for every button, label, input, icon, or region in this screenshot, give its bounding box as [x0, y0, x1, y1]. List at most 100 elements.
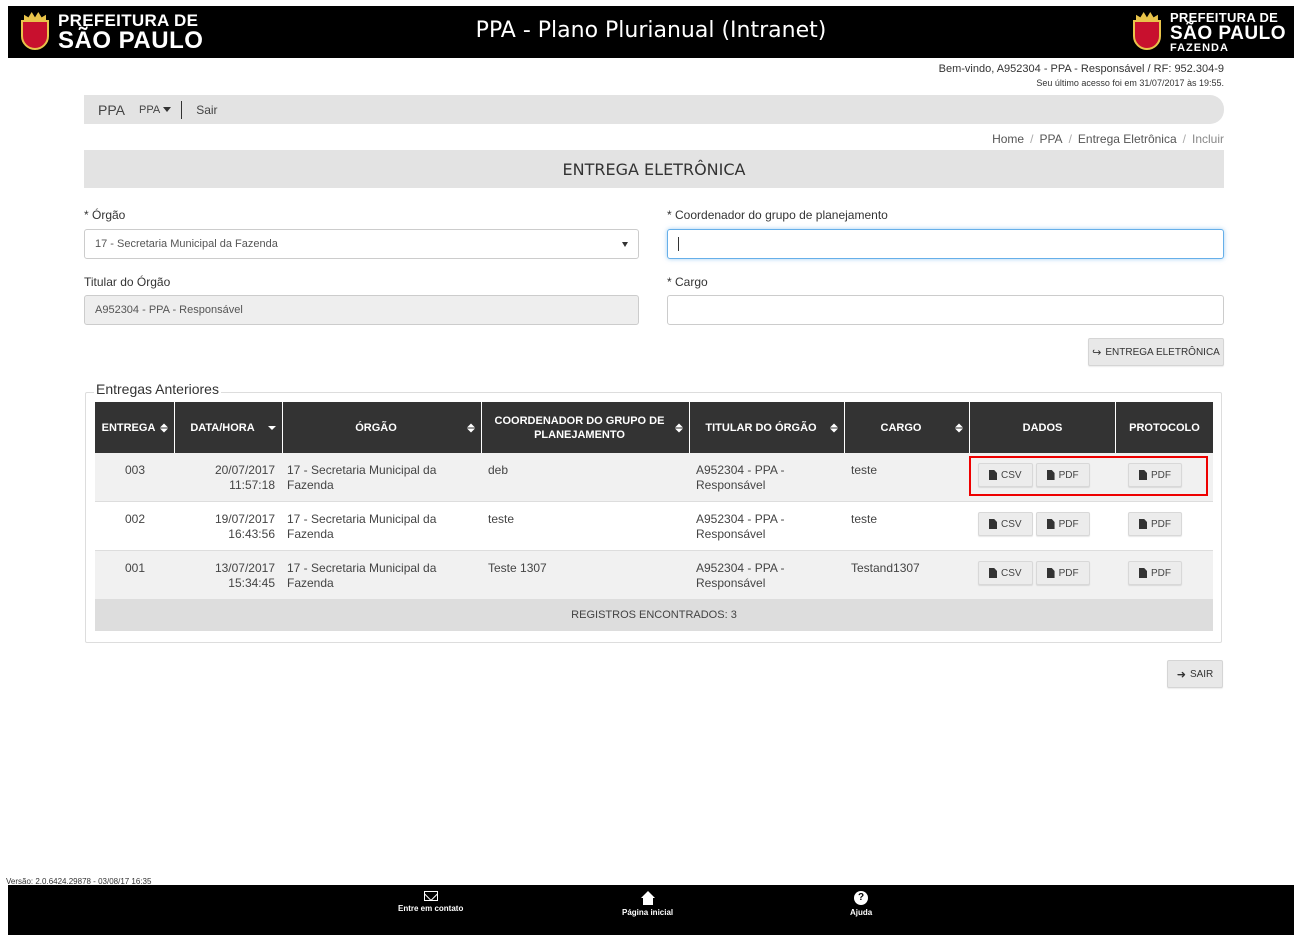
app-header: PREFEITURA DE SÃO PAULO PPA - Plano Plur…	[8, 6, 1294, 58]
orgao-selected-value: 17 - Secretaria Municipal da Fazenda	[95, 238, 278, 250]
cell-cargo: Testand1307	[851, 561, 920, 575]
cell-orgao: 17 - Secretaria Municipal da Fazenda	[287, 463, 437, 492]
cargo-label: * Cargo	[667, 275, 708, 289]
cell-data-hora: 20/07/2017 11:57:18	[175, 453, 283, 501]
csv-label: CSV	[1001, 567, 1022, 579]
footer-contact[interactable]: Entre em contato	[398, 891, 463, 913]
col-entrega[interactable]: ENTREGA	[95, 402, 175, 453]
sair-button[interactable]: ➜ SAIR	[1167, 660, 1223, 688]
sort-icon	[830, 423, 838, 432]
fazenda-logo[interactable]: PREFEITURA DE SÃO PAULO FAZENDA	[1130, 9, 1286, 55]
csv-label: CSV	[1001, 518, 1022, 530]
col-cargo[interactable]: CARGO	[845, 402, 970, 453]
col-data-hora[interactable]: DATA/HORA	[175, 402, 283, 453]
page-title: ENTREGA ELETRÔNICA	[84, 150, 1224, 188]
orgao-select[interactable]: 17 - Secretaria Municipal da Fazenda	[84, 229, 639, 259]
sort-icon	[160, 423, 168, 432]
footer-home[interactable]: Página inicial	[622, 891, 673, 917]
last-access: Seu último acesso foi em 31/07/2017 às 1…	[1036, 78, 1224, 88]
main-nav: PPA PPA Sair	[84, 95, 1224, 124]
city-crest-icon	[1130, 12, 1164, 52]
logo-line-3: FAZENDA	[1169, 41, 1229, 54]
pdf-label: PDF	[1058, 518, 1079, 530]
protocolo-pdf-button[interactable]: PDF	[1128, 512, 1182, 536]
app-footer: Entre em contato Página inicial ? Ajuda	[8, 885, 1294, 935]
footer-contact-label: Entre em contato	[398, 904, 464, 913]
cell-coordenador: teste	[488, 512, 515, 526]
sort-icon	[955, 423, 963, 432]
cell-time: 11:57:18	[229, 478, 275, 492]
nav-exit-link[interactable]: Sair	[196, 103, 217, 117]
coordenador-label: * Coordenador do grupo de planejamento	[667, 208, 888, 222]
col-titular[interactable]: TITULAR DO ÓRGÃO	[690, 402, 845, 453]
cell-date: 13/07/2017	[214, 561, 275, 575]
pdf-label: PDF	[1058, 567, 1079, 579]
caret-down-icon	[163, 107, 172, 112]
share-arrow-icon: ↪	[1092, 346, 1102, 359]
breadcrumb-entrega[interactable]: Entrega Eletrônica	[1078, 132, 1177, 146]
envelope-icon	[423, 891, 438, 901]
col-orgao[interactable]: ÓRGÃO	[283, 402, 482, 453]
entregas-legend: Entregas Anteriores	[94, 381, 221, 397]
welcome-info: Bem-vindo, A952304 - PPA - Responsável /…	[939, 61, 1224, 89]
col-label: CARGO	[880, 421, 922, 434]
footer-help[interactable]: ? Ajuda	[850, 891, 872, 917]
col-label: COORDENADOR DO GRUPO DE PLANEJAMENTO	[494, 414, 665, 441]
col-label: TITULAR DO ÓRGÃO	[705, 421, 817, 434]
breadcrumb: Home / PPA / Entrega Eletrônica / Incluir	[992, 132, 1224, 146]
welcome-user: Bem-vindo, A952304 - PPA - Responsável /…	[938, 63, 1224, 75]
col-label: DADOS	[1022, 421, 1063, 434]
cell-titular: A952304 - PPA - Responsável	[696, 561, 785, 590]
cargo-input[interactable]	[667, 295, 1224, 325]
pdf-button[interactable]: PDF	[1035, 512, 1090, 536]
cell-data-hora: 19/07/2017 16:43:56	[175, 502, 283, 550]
nav-dropdown-ppa[interactable]: PPA	[138, 100, 183, 119]
cell-cargo: teste	[851, 512, 878, 526]
select-arrow-icon	[622, 242, 628, 247]
col-protocolo: PROTOCOLO	[1116, 402, 1213, 453]
cell-time: 16:43:56	[228, 527, 275, 541]
help-icon: ?	[854, 891, 869, 905]
table-header: ENTREGA DATA/HORA ÓRGÃO COORDENADOR DO G…	[95, 402, 1213, 453]
pdf-label: PDF	[1151, 518, 1171, 530]
footer-help-label: Ajuda	[850, 908, 873, 917]
breadcrumb-ppa[interactable]: PPA	[1039, 132, 1062, 146]
highlight-box	[969, 456, 1208, 496]
sort-desc-icon	[268, 425, 276, 430]
protocolo-pdf-button[interactable]: PDF	[1128, 561, 1182, 585]
cell-titular: A952304 - PPA - Responsável	[696, 512, 785, 541]
cell-date: 19/07/2017	[214, 512, 275, 526]
sort-icon	[675, 423, 683, 432]
cell-coordenador: Teste 1307	[488, 561, 547, 575]
cell-protocolo: PDF	[1116, 502, 1213, 550]
cell-entrega: 002	[124, 512, 146, 526]
cell-coordenador: deb	[488, 463, 509, 477]
csv-button[interactable]: CSV	[978, 561, 1033, 585]
file-icon	[1139, 568, 1147, 578]
col-label: ÓRGÃO	[355, 421, 397, 434]
titular-label: Titular do Órgão	[84, 275, 171, 289]
footer-home-label: Página inicial	[622, 908, 674, 917]
breadcrumb-home[interactable]: Home	[992, 132, 1024, 146]
cell-dados: CSV PDF	[970, 502, 1116, 550]
nav-dropdown-label: PPA	[138, 103, 161, 116]
col-label: PROTOCOLO	[1129, 421, 1200, 434]
table-row: 002 19/07/2017 16:43:56 17 - Secretaria M…	[95, 502, 1213, 551]
sair-label: SAIR	[1189, 668, 1214, 680]
cell-orgao: 17 - Secretaria Municipal da Fazenda	[287, 561, 437, 590]
breadcrumb-current: Incluir	[1191, 132, 1224, 146]
cell-date: 20/07/2017	[214, 463, 275, 477]
csv-button[interactable]: CSV	[978, 512, 1033, 536]
sort-icon	[467, 423, 475, 432]
col-coordenador[interactable]: COORDENADOR DO GRUPO DE PLANEJAMENTO	[482, 402, 690, 453]
titular-field: A952304 - PPA - Responsável	[84, 295, 639, 325]
col-label: ENTREGA	[101, 421, 156, 434]
col-dados: DADOS	[970, 402, 1116, 453]
nav-brand[interactable]: PPA	[98, 102, 125, 118]
entrega-eletronica-button[interactable]: ↪ ENTREGA ELETRÔNICA	[1088, 338, 1224, 366]
pdf-button[interactable]: PDF	[1035, 561, 1090, 585]
logo-line-2: SÃO PAULO	[1169, 22, 1286, 44]
logo-line-1: PREFEITURA DE	[1169, 9, 1279, 25]
orgao-label: * Órgão	[84, 208, 126, 222]
coordenador-input[interactable]	[667, 229, 1224, 259]
